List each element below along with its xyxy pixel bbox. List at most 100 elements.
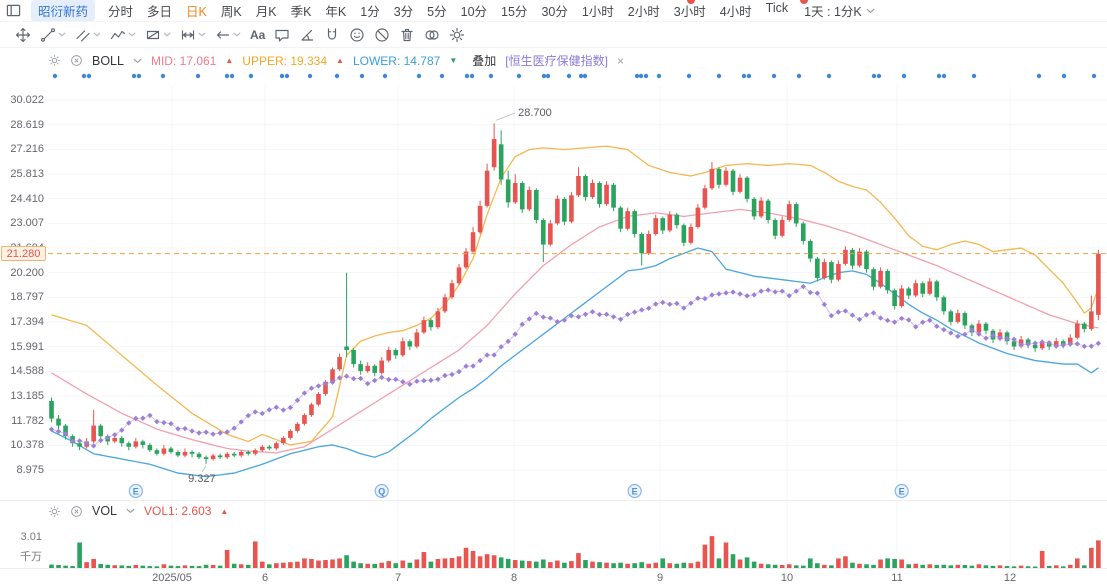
event-dot[interactable] [826, 73, 832, 79]
event-dot[interactable] [284, 73, 290, 79]
event-dot[interactable] [871, 73, 877, 79]
volume-bar [414, 559, 420, 568]
trendline-tool[interactable] [40, 27, 66, 43]
period-tab-1分[interactable]: 1分 [360, 1, 379, 20]
event-dot[interactable] [469, 73, 475, 79]
event-dot[interactable] [1091, 73, 1097, 79]
volume-bar [702, 544, 708, 568]
wave-tool[interactable] [110, 27, 136, 43]
overlay-button[interactable]: 叠加 [472, 52, 496, 69]
event-dot[interactable] [686, 73, 692, 79]
angle-tool[interactable] [299, 27, 315, 43]
kline-interval-selector[interactable]: 1天 : 1分K [804, 1, 875, 20]
event-dot[interactable] [224, 73, 230, 79]
volume-bar [576, 553, 581, 568]
x-axis-label: 8 [510, 572, 518, 584]
period-tab-30分[interactable]: 30分 [541, 1, 567, 20]
event-dot[interactable] [901, 73, 907, 79]
event-dot[interactable] [771, 73, 777, 79]
event-dot[interactable] [464, 73, 470, 79]
ban-tool[interactable] [374, 27, 390, 43]
period-tab-Tick[interactable]: Tick [766, 1, 788, 20]
vol-settings-icon[interactable] [48, 505, 61, 518]
period-tab-15分[interactable]: 15分 [501, 1, 527, 20]
event-dot[interactable] [439, 73, 445, 79]
magnet-tool[interactable] [324, 27, 340, 43]
event-dot[interactable] [359, 73, 365, 79]
event-dot[interactable] [136, 73, 142, 79]
shape-tool[interactable] [145, 27, 171, 43]
compare-tool[interactable] [424, 27, 440, 43]
move-tool[interactable] [15, 27, 31, 43]
period-tab-周K[interactable]: 周K [221, 1, 242, 20]
overlay-index-link[interactable]: [恒生医疗保健指数] [505, 52, 608, 69]
event-dot[interactable] [941, 73, 947, 79]
text-tool[interactable]: Aa [250, 28, 265, 42]
vol-close-icon[interactable] [70, 505, 83, 518]
event-dot[interactable] [541, 73, 547, 79]
period-tab-4小时[interactable]: 4小时 [720, 1, 752, 20]
period-tab-1小时[interactable]: 1小时 [582, 1, 614, 20]
overlay-remove-icon[interactable]: × [617, 54, 624, 68]
candlestick-chart[interactable] [48, 86, 1107, 500]
event-dot[interactable] [796, 73, 802, 79]
event-dot[interactable] [1036, 73, 1042, 79]
period-tab-年K[interactable]: 年K [325, 1, 346, 20]
period-tab-分时[interactable]: 分时 [108, 1, 133, 20]
layout-panel-icon[interactable] [6, 3, 21, 18]
event-dot[interactable] [488, 73, 494, 79]
event-dot[interactable] [656, 73, 662, 79]
event-dot[interactable] [971, 73, 977, 79]
event-dot[interactable] [643, 73, 649, 79]
period-tab-5分[interactable]: 5分 [427, 1, 446, 20]
boll-close-icon[interactable] [70, 54, 83, 67]
event-dot[interactable] [638, 73, 644, 79]
event-dot[interactable] [516, 73, 522, 79]
event-dot[interactable] [741, 73, 747, 79]
event-dot[interactable] [936, 73, 942, 79]
event-dot[interactable] [578, 73, 584, 79]
event-dot[interactable] [566, 73, 572, 79]
volume-bar [91, 558, 96, 568]
event-dot[interactable] [1061, 73, 1067, 79]
event-dot[interactable] [382, 73, 388, 79]
event-dot[interactable] [545, 73, 551, 79]
arrow-tool[interactable] [215, 27, 241, 43]
channel-tool[interactable] [75, 27, 101, 43]
vol-label[interactable]: VOL [92, 504, 117, 518]
boll-settings-icon[interactable] [48, 54, 61, 67]
event-dot[interactable] [248, 73, 254, 79]
period-tab-2小时[interactable]: 2小时 [628, 1, 660, 20]
event-dot[interactable] [334, 73, 340, 79]
period-tab-3分[interactable]: 3分 [394, 1, 413, 20]
event-dot[interactable] [160, 73, 166, 79]
comment-tool[interactable] [274, 27, 290, 43]
event-dot[interactable] [229, 73, 235, 79]
volume-bar [1039, 550, 1045, 568]
boll-label[interactable]: BOLL [92, 54, 124, 68]
event-dot[interactable] [86, 73, 92, 79]
event-dot[interactable] [876, 73, 882, 79]
event-dot[interactable] [81, 73, 87, 79]
period-tab-多日[interactable]: 多日 [147, 1, 172, 20]
event-dot[interactable] [634, 73, 640, 79]
event-dot[interactable] [746, 73, 752, 79]
event-dot[interactable] [195, 73, 201, 79]
event-dot[interactable] [52, 73, 58, 79]
event-dot[interactable] [279, 73, 285, 79]
stock-name-tab[interactable]: 昭衍新药 [31, 0, 96, 21]
measure-tool[interactable] [180, 27, 206, 43]
period-tab-季K[interactable]: 季K [291, 1, 312, 20]
event-dot[interactable] [716, 73, 722, 79]
period-tab-月K[interactable]: 月K [256, 1, 277, 20]
event-dot[interactable] [416, 73, 422, 79]
period-tab-日K[interactable]: 日K [186, 1, 207, 20]
event-dot[interactable] [131, 73, 137, 79]
y-axis-label: 27.216 [10, 143, 44, 156]
trash-tool[interactable] [399, 27, 415, 43]
event-dot[interactable] [307, 73, 313, 79]
period-tab-10分[interactable]: 10分 [461, 1, 487, 20]
emoji-tool[interactable] [349, 27, 365, 43]
event-dot[interactable] [582, 73, 588, 79]
settings-tool[interactable] [449, 27, 465, 43]
